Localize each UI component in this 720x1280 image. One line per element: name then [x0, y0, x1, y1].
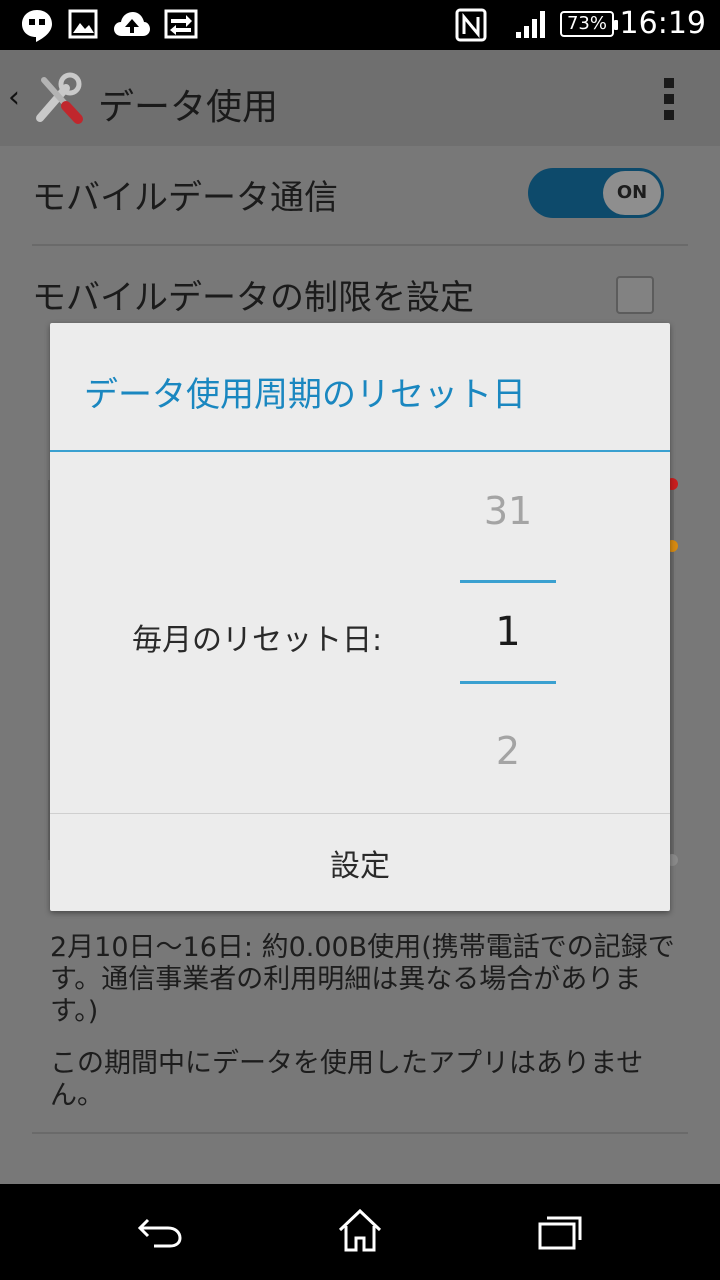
- status-time: 16:19: [619, 6, 706, 41]
- cloud-upload-icon: [114, 12, 150, 36]
- back-icon[interactable]: [136, 1206, 186, 1256]
- divider: [32, 244, 688, 246]
- up-navigation[interactable]: ‹: [8, 80, 20, 115]
- home-icon[interactable]: [336, 1206, 384, 1256]
- status-bar: 73% 16:19: [0, 0, 720, 50]
- dialog-title: データ使用周期のリセット日: [84, 375, 526, 415]
- navigation-bar: [0, 1184, 720, 1280]
- picker-divider-bottom: [460, 681, 556, 684]
- signal-icon: [516, 11, 545, 38]
- picker-previous-value[interactable]: 31: [460, 489, 556, 533]
- toggle-knob: ON: [603, 171, 661, 215]
- action-bar: ‹ データ使用: [0, 50, 720, 146]
- hangouts-icon: [22, 10, 52, 42]
- no-apps-note: この期間中にデータを使用したアプリはありません。: [50, 1048, 644, 1111]
- overflow-menu-icon[interactable]: [664, 78, 674, 126]
- reset-day-dialog: データ使用周期のリセット日 毎月のリセット日: 31 1 2 設定: [50, 323, 670, 911]
- usage-note: 2月10日～16日: 約0.00B使用(携帯電話での記録です。通信事業者の利用明…: [50, 932, 675, 1027]
- battery-level: 73%: [566, 13, 607, 34]
- limit-checkbox[interactable]: [616, 276, 654, 314]
- data-transfer-icon: [164, 9, 198, 39]
- mobile-data-toggle[interactable]: ON: [528, 168, 664, 218]
- picker-divider-top: [460, 580, 556, 583]
- battery-icon: 73%: [560, 11, 618, 37]
- page-title: データ使用: [98, 87, 279, 128]
- image-icon: [68, 9, 98, 39]
- reset-day-label: 毎月のリセット日:: [132, 623, 383, 658]
- picker-selected-value[interactable]: 1: [460, 609, 556, 655]
- dialog-title-divider: [50, 450, 670, 452]
- divider: [32, 1132, 688, 1134]
- limit-label: モバイルデータの制限を設定: [32, 278, 474, 318]
- day-number-picker[interactable]: 31 1 2: [460, 463, 556, 803]
- picker-next-value[interactable]: 2: [460, 729, 556, 773]
- recent-apps-icon[interactable]: [536, 1206, 584, 1256]
- set-button[interactable]: 設定: [50, 814, 670, 911]
- nfc-icon: [455, 8, 487, 42]
- settings-tools-icon[interactable]: [30, 72, 86, 126]
